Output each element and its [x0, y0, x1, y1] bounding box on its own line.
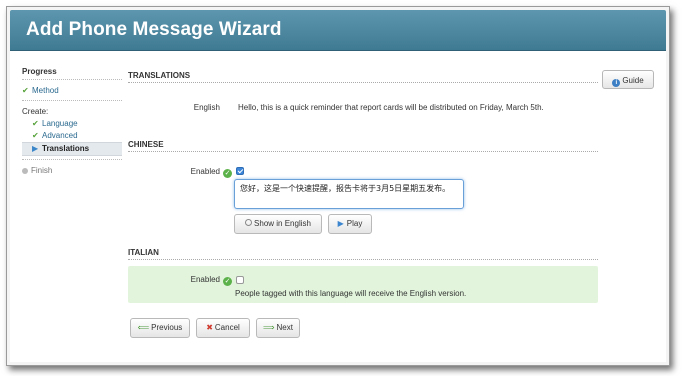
- divider: [22, 100, 122, 101]
- info-icon: i: [612, 79, 621, 87]
- italian-section-title: ITALIAN: [128, 248, 598, 260]
- chinese-enabled-checkbox[interactable]: [236, 167, 244, 175]
- title-bar: Add Phone Message Wizard: [10, 10, 666, 51]
- sidebar-item-translations[interactable]: ▶ Translations: [22, 142, 122, 156]
- progress-sidebar: Progress ✔ Method Create: ✔ Language ✔ Adva…: [22, 67, 122, 177]
- chinese-translation-textarea[interactable]: 您好，这是一个快速提醒，报告卡将于3月5日星期五发布。: [234, 179, 464, 209]
- triangle-right-icon: ▶: [32, 144, 39, 153]
- english-message: Hello, this is a quick reminder that rep…: [238, 103, 544, 112]
- show-in-english-label: Show in English: [254, 219, 311, 228]
- check-icon: ✔: [22, 86, 29, 95]
- cancel-label: Cancel: [214, 323, 240, 332]
- chinese-section-title: CHINESE: [128, 140, 598, 152]
- window-title: Add Phone Message Wizard: [26, 19, 282, 40]
- next-button[interactable]: ⟹ Next: [256, 318, 300, 338]
- guide-button[interactable]: i Guide: [602, 70, 654, 89]
- sidebar-item-label: Language: [42, 119, 78, 128]
- previous-label: Previous: [151, 323, 183, 332]
- enabled-text: Enabled: [190, 167, 220, 176]
- sidebar-item-label: Finish: [31, 166, 53, 175]
- play-button[interactable]: ▶ Play: [328, 214, 372, 234]
- next-label: Next: [276, 323, 293, 332]
- sidebar-item-method[interactable]: ✔ Method: [22, 85, 122, 97]
- circle-icon: [22, 167, 28, 174]
- sidebar-item-label: Translations: [42, 144, 90, 153]
- divider: [22, 159, 122, 160]
- sidebar-item-advanced[interactable]: ✔ Advanced: [22, 130, 122, 142]
- enabled-text: Enabled: [190, 275, 220, 284]
- guide-button-label: Guide: [622, 76, 644, 85]
- search-icon: [245, 219, 253, 226]
- create-label: Create:: [22, 107, 49, 116]
- check-circle-icon: ✓: [223, 277, 232, 286]
- wizard-window: Add Phone Message Wizard Progress ✔ Metho…: [6, 6, 670, 366]
- italian-enabled-checkbox[interactable]: [236, 276, 244, 284]
- check-circle-icon: ✓: [223, 169, 232, 178]
- arrow-right-icon: ⟹: [263, 323, 275, 332]
- close-icon: ✖: [206, 323, 213, 332]
- wizard-content: Progress ✔ Method Create: ✔ Language ✔ Adva…: [10, 51, 666, 362]
- arrow-left-icon: ⟸: [137, 323, 150, 332]
- sidebar-item-finish: Finish: [22, 165, 122, 177]
- check-icon: ✔: [32, 119, 39, 128]
- italian-note: People tagged with this language will re…: [235, 289, 467, 298]
- previous-button[interactable]: ⟸ Previous: [130, 318, 190, 338]
- sidebar-item-language[interactable]: ✔ Language: [22, 118, 122, 130]
- language-label: English: [193, 103, 220, 112]
- play-icon: ▶: [337, 219, 344, 228]
- sidebar-item-label: Method: [32, 86, 59, 95]
- progress-heading: Progress: [22, 67, 122, 80]
- show-in-english-button[interactable]: Show in English: [234, 214, 322, 234]
- italian-enabled-label: Enabled ✓: [160, 275, 232, 286]
- sidebar-item-label: Advanced: [42, 131, 78, 140]
- cancel-button[interactable]: ✖ Cancel: [196, 318, 250, 338]
- play-label: Play: [346, 219, 363, 228]
- check-icon: ✔: [32, 131, 39, 140]
- translations-section-title: TRANSLATIONS: [128, 71, 598, 83]
- chinese-enabled-label: Enabled ✓: [160, 167, 232, 178]
